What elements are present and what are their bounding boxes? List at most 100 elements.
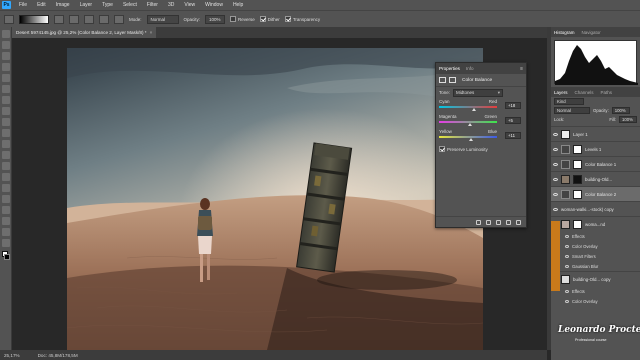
- cyan-red-track[interactable]: [439, 106, 497, 108]
- tab-info[interactable]: Info: [466, 66, 474, 71]
- menu-image[interactable]: Image: [51, 2, 75, 8]
- eraser-tool-icon[interactable]: [1, 140, 10, 148]
- layer-row[interactable]: building-Old...: [551, 171, 640, 186]
- blur-tool-icon[interactable]: [1, 162, 10, 170]
- menu-3d[interactable]: 3D: [163, 2, 179, 8]
- blend-mode-select[interactable]: Normal: [554, 107, 590, 114]
- tab-channels[interactable]: Channels: [575, 90, 594, 95]
- type-tool-icon[interactable]: [1, 195, 10, 203]
- eye-icon[interactable]: [553, 177, 558, 181]
- reset-icon[interactable]: [496, 219, 501, 225]
- gradient-picker[interactable]: [19, 14, 49, 24]
- fill-input[interactable]: 100%: [619, 116, 637, 123]
- clone-stamp-tool-icon[interactable]: [1, 118, 10, 126]
- reflected-gradient-icon[interactable]: [99, 14, 109, 24]
- zoom-tool-icon[interactable]: [1, 239, 10, 247]
- slider-thumb[interactable]: [469, 138, 474, 141]
- menu-filter[interactable]: Filter: [142, 2, 163, 8]
- gaussian-blur-item[interactable]: Gaussian Blur: [551, 261, 640, 271]
- clip-to-layer-icon[interactable]: [476, 219, 481, 225]
- magenta-green-value[interactable]: +5: [505, 117, 521, 124]
- adjustment-icon[interactable]: [439, 77, 446, 83]
- desert-composite-image[interactable]: [67, 48, 483, 350]
- opacity-input[interactable]: 100%: [205, 14, 226, 24]
- cyan-red-slider[interactable]: Cyan Red +18: [436, 98, 526, 113]
- menu-help[interactable]: Help: [228, 2, 248, 8]
- photoshop-logo[interactable]: Ps: [2, 1, 11, 9]
- lasso-tool-icon[interactable]: [1, 52, 10, 60]
- eyedropper-tool-icon[interactable]: [1, 85, 10, 93]
- panel-menu-icon[interactable]: ≡: [520, 66, 523, 72]
- tab-layers[interactable]: Layers: [554, 90, 568, 95]
- menu-view[interactable]: View: [179, 2, 200, 8]
- eye-icon[interactable]: [553, 132, 558, 136]
- marquee-tool-icon[interactable]: [1, 41, 10, 49]
- slider-thumb[interactable]: [471, 108, 476, 111]
- menu-edit[interactable]: Edit: [32, 2, 51, 8]
- layer-row[interactable]: Layer 1: [551, 126, 640, 141]
- eye-icon[interactable]: [565, 234, 569, 238]
- gradient-tool-icon[interactable]: [4, 14, 14, 24]
- slider-thumb[interactable]: [467, 123, 472, 126]
- crop-tool-icon[interactable]: [1, 74, 10, 82]
- tab-properties[interactable]: Properties: [439, 66, 460, 71]
- eye-icon[interactable]: [553, 162, 558, 166]
- layer-opacity-input[interactable]: 100%: [611, 107, 630, 114]
- menu-select[interactable]: Select: [118, 2, 142, 8]
- tab-paths[interactable]: Paths: [601, 90, 613, 95]
- eye-icon[interactable]: [565, 244, 569, 248]
- trash-icon[interactable]: [516, 219, 521, 225]
- document-tab[interactable]: Desert 5974145.jpg @ 25,2% (Color Balanc…: [12, 27, 157, 38]
- close-tab-icon[interactable]: ×: [150, 30, 153, 35]
- move-tool-icon[interactable]: [1, 30, 10, 38]
- menu-layer[interactable]: Layer: [75, 2, 98, 8]
- tab-histogram[interactable]: Histogram: [554, 30, 575, 35]
- pen-tool-icon[interactable]: [1, 184, 10, 192]
- smart-filters-item[interactable]: Smart Filters: [551, 251, 640, 261]
- eye-icon[interactable]: [565, 299, 569, 303]
- effects-item[interactable]: Effects: [551, 286, 640, 296]
- layer-kind-select[interactable]: Kind: [554, 98, 584, 105]
- radial-gradient-icon[interactable]: [69, 14, 79, 24]
- color-overlay-item[interactable]: Color Overlay: [551, 296, 640, 306]
- reverse-checkbox[interactable]: Reverse: [230, 16, 255, 22]
- dodge-tool-icon[interactable]: [1, 173, 10, 181]
- brush-tool-icon[interactable]: [1, 107, 10, 115]
- yellow-blue-slider[interactable]: Yellow Blue +11: [436, 128, 526, 143]
- eye-icon[interactable]: [553, 207, 558, 211]
- layer-row[interactable]: woma...nd: [551, 216, 640, 231]
- tone-select[interactable]: Midtones: [453, 88, 504, 97]
- mask-icon[interactable]: [449, 77, 456, 83]
- visibility-icon[interactable]: [506, 219, 511, 225]
- zoom-level[interactable]: 25,17%: [4, 353, 20, 358]
- menu-window[interactable]: Window: [200, 2, 228, 8]
- eye-icon[interactable]: [553, 192, 558, 196]
- mode-select[interactable]: Normal: [146, 14, 179, 24]
- background-color-swatch[interactable]: [4, 254, 10, 260]
- hand-tool-icon[interactable]: [1, 228, 10, 236]
- yellow-blue-value[interactable]: +11: [505, 132, 521, 139]
- angle-gradient-icon[interactable]: [84, 14, 94, 24]
- healing-tool-icon[interactable]: [1, 96, 10, 104]
- magenta-green-slider[interactable]: Magenta Green +5: [436, 113, 526, 128]
- layer-row[interactable]: woman-walki...-stock) copy: [551, 201, 640, 216]
- gradient-tool-icon[interactable]: [1, 151, 10, 159]
- quick-select-tool-icon[interactable]: [1, 63, 10, 71]
- eye-icon[interactable]: [553, 147, 558, 151]
- shape-tool-icon[interactable]: [1, 217, 10, 225]
- path-select-tool-icon[interactable]: [1, 206, 10, 214]
- history-brush-tool-icon[interactable]: [1, 129, 10, 137]
- eye-icon[interactable]: [565, 254, 569, 258]
- tab-navigator[interactable]: Navigator: [582, 30, 601, 35]
- preserve-luminosity-checkbox[interactable]: Preserve Luminosity: [436, 143, 526, 155]
- view-previous-icon[interactable]: [486, 219, 491, 225]
- layer-row[interactable]: Levels 1: [551, 141, 640, 156]
- menu-type[interactable]: Type: [97, 2, 118, 8]
- transparency-checkbox[interactable]: Transparency: [284, 16, 320, 22]
- linear-gradient-icon[interactable]: [54, 14, 64, 24]
- layer-row[interactable]: building-Old... copy: [551, 271, 640, 286]
- layer-row-selected[interactable]: Color Balance 2: [551, 186, 640, 201]
- eye-icon[interactable]: [565, 264, 569, 268]
- dither-checkbox[interactable]: Dither: [259, 16, 280, 22]
- yellow-blue-track[interactable]: [439, 136, 497, 138]
